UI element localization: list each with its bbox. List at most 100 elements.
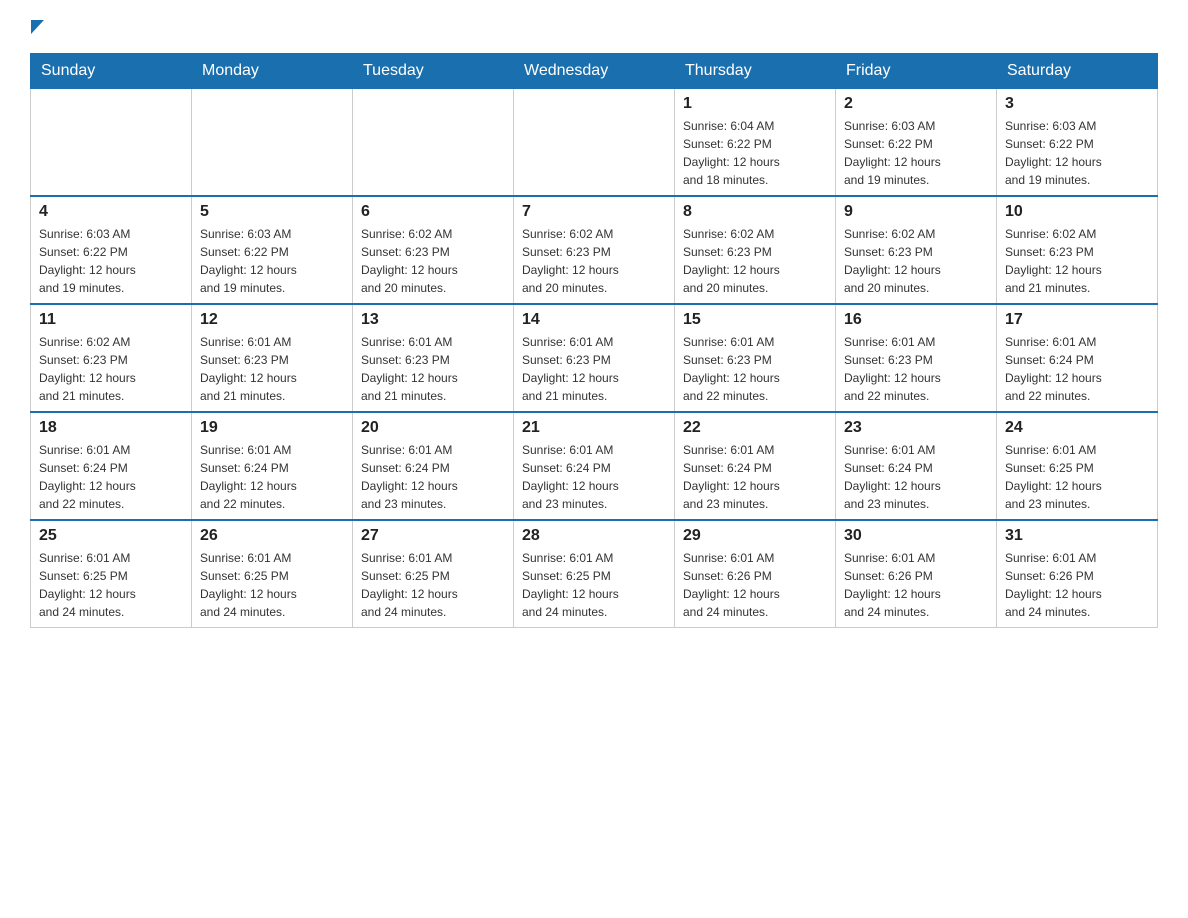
- calendar-header-thursday: Thursday: [675, 54, 836, 89]
- day-info: Sunrise: 6:01 AM Sunset: 6:25 PM Dayligh…: [200, 549, 344, 621]
- day-number: 19: [200, 419, 344, 437]
- day-number: 21: [522, 419, 666, 437]
- calendar-cell: 25 Sunrise: 6:01 AM Sunset: 6:25 PM Dayli…: [31, 520, 192, 628]
- day-info: Sunrise: 6:01 AM Sunset: 6:25 PM Dayligh…: [361, 549, 505, 621]
- day-number: 30: [844, 527, 988, 545]
- calendar-cell: [192, 89, 353, 197]
- calendar-cell: 8 Sunrise: 6:02 AM Sunset: 6:23 PM Daylig…: [675, 196, 836, 304]
- day-info: Sunrise: 6:01 AM Sunset: 6:23 PM Dayligh…: [200, 333, 344, 405]
- calendar-header-tuesday: Tuesday: [353, 54, 514, 89]
- calendar-cell: 11Sunrise: 6:02 AM Sunset: 6:23 PM Dayli…: [31, 304, 192, 412]
- calendar-cell: 24Sunrise: 6:01 AM Sunset: 6:25 PM Dayli…: [997, 412, 1158, 520]
- calendar-cell: 20 Sunrise: 6:01 AM Sunset: 6:24 PM Dayli…: [353, 412, 514, 520]
- day-info: Sunrise: 6:03 AM Sunset: 6:22 PM Dayligh…: [39, 225, 183, 297]
- calendar-week-row: 4 Sunrise: 6:03 AM Sunset: 6:22 PM Daylig…: [31, 196, 1158, 304]
- day-info: Sunrise: 6:02 AM Sunset: 6:23 PM Dayligh…: [361, 225, 505, 297]
- day-number: 8: [683, 203, 827, 221]
- calendar-cell: 5 Sunrise: 6:03 AM Sunset: 6:22 PM Daylig…: [192, 196, 353, 304]
- calendar-cell: 29 Sunrise: 6:01 AM Sunset: 6:26 PM Dayli…: [675, 520, 836, 628]
- calendar-header-row: SundayMondayTuesdayWednesdayThursdayFrid…: [31, 54, 1158, 89]
- calendar-cell: 6Sunrise: 6:02 AM Sunset: 6:23 PM Daylig…: [353, 196, 514, 304]
- day-number: 31: [1005, 527, 1149, 545]
- day-info: Sunrise: 6:01 AM Sunset: 6:23 PM Dayligh…: [683, 333, 827, 405]
- day-info: Sunrise: 6:03 AM Sunset: 6:22 PM Dayligh…: [200, 225, 344, 297]
- day-info: Sunrise: 6:01 AM Sunset: 6:24 PM Dayligh…: [683, 441, 827, 513]
- day-info: Sunrise: 6:01 AM Sunset: 6:25 PM Dayligh…: [1005, 441, 1149, 513]
- calendar-header-monday: Monday: [192, 54, 353, 89]
- day-info: Sunrise: 6:01 AM Sunset: 6:26 PM Dayligh…: [844, 549, 988, 621]
- calendar-header-sunday: Sunday: [31, 54, 192, 89]
- calendar-cell: 14Sunrise: 6:01 AM Sunset: 6:23 PM Dayli…: [514, 304, 675, 412]
- day-info: Sunrise: 6:01 AM Sunset: 6:24 PM Dayligh…: [844, 441, 988, 513]
- calendar-week-row: 18 Sunrise: 6:01 AM Sunset: 6:24 PM Dayli…: [31, 412, 1158, 520]
- calendar-cell: [514, 89, 675, 197]
- calendar-cell: 26 Sunrise: 6:01 AM Sunset: 6:25 PM Dayli…: [192, 520, 353, 628]
- calendar-cell: 12 Sunrise: 6:01 AM Sunset: 6:23 PM Dayli…: [192, 304, 353, 412]
- day-info: Sunrise: 6:01 AM Sunset: 6:25 PM Dayligh…: [522, 549, 666, 621]
- day-number: 7: [522, 203, 666, 221]
- day-info: Sunrise: 6:03 AM Sunset: 6:22 PM Dayligh…: [1005, 117, 1149, 189]
- day-info: Sunrise: 6:01 AM Sunset: 6:23 PM Dayligh…: [361, 333, 505, 405]
- calendar-cell: 28 Sunrise: 6:01 AM Sunset: 6:25 PM Dayli…: [514, 520, 675, 628]
- calendar-cell: 9Sunrise: 6:02 AM Sunset: 6:23 PM Daylig…: [836, 196, 997, 304]
- day-number: 28: [522, 527, 666, 545]
- calendar-cell: 16 Sunrise: 6:01 AM Sunset: 6:23 PM Dayli…: [836, 304, 997, 412]
- day-number: 10: [1005, 203, 1149, 221]
- calendar-week-row: 11Sunrise: 6:02 AM Sunset: 6:23 PM Dayli…: [31, 304, 1158, 412]
- calendar-week-row: 25 Sunrise: 6:01 AM Sunset: 6:25 PM Dayli…: [31, 520, 1158, 628]
- calendar-cell: 4 Sunrise: 6:03 AM Sunset: 6:22 PM Daylig…: [31, 196, 192, 304]
- calendar-cell: 19 Sunrise: 6:01 AM Sunset: 6:24 PM Dayli…: [192, 412, 353, 520]
- day-info: Sunrise: 6:01 AM Sunset: 6:25 PM Dayligh…: [39, 549, 183, 621]
- day-info: Sunrise: 6:02 AM Sunset: 6:23 PM Dayligh…: [522, 225, 666, 297]
- day-info: Sunrise: 6:02 AM Sunset: 6:23 PM Dayligh…: [39, 333, 183, 405]
- calendar-cell: 27 Sunrise: 6:01 AM Sunset: 6:25 PM Dayli…: [353, 520, 514, 628]
- calendar-cell: [353, 89, 514, 197]
- calendar-cell: 2 Sunrise: 6:03 AM Sunset: 6:22 PM Daylig…: [836, 89, 997, 197]
- day-info: Sunrise: 6:01 AM Sunset: 6:23 PM Dayligh…: [844, 333, 988, 405]
- calendar-cell: 31 Sunrise: 6:01 AM Sunset: 6:26 PM Dayli…: [997, 520, 1158, 628]
- day-info: Sunrise: 6:01 AM Sunset: 6:26 PM Dayligh…: [683, 549, 827, 621]
- day-info: Sunrise: 6:03 AM Sunset: 6:22 PM Dayligh…: [844, 117, 988, 189]
- day-info: Sunrise: 6:02 AM Sunset: 6:23 PM Dayligh…: [844, 225, 988, 297]
- calendar-cell: 3Sunrise: 6:03 AM Sunset: 6:22 PM Daylig…: [997, 89, 1158, 197]
- day-number: 29: [683, 527, 827, 545]
- day-number: 13: [361, 311, 505, 329]
- day-number: 23: [844, 419, 988, 437]
- calendar-cell: 15 Sunrise: 6:01 AM Sunset: 6:23 PM Dayli…: [675, 304, 836, 412]
- day-info: Sunrise: 6:01 AM Sunset: 6:24 PM Dayligh…: [39, 441, 183, 513]
- day-number: 16: [844, 311, 988, 329]
- day-number: 4: [39, 203, 183, 221]
- calendar-header-wednesday: Wednesday: [514, 54, 675, 89]
- calendar-cell: 17 Sunrise: 6:01 AM Sunset: 6:24 PM Dayli…: [997, 304, 1158, 412]
- calendar-cell: 13 Sunrise: 6:01 AM Sunset: 6:23 PM Dayli…: [353, 304, 514, 412]
- day-info: Sunrise: 6:01 AM Sunset: 6:24 PM Dayligh…: [361, 441, 505, 513]
- day-info: Sunrise: 6:02 AM Sunset: 6:23 PM Dayligh…: [683, 225, 827, 297]
- page-header: [30, 20, 1158, 33]
- day-number: 25: [39, 527, 183, 545]
- day-number: 27: [361, 527, 505, 545]
- calendar-header-saturday: Saturday: [997, 54, 1158, 89]
- day-number: 18: [39, 419, 183, 437]
- day-info: Sunrise: 6:01 AM Sunset: 6:24 PM Dayligh…: [200, 441, 344, 513]
- day-number: 14: [522, 311, 666, 329]
- day-number: 12: [200, 311, 344, 329]
- logo: [30, 20, 44, 33]
- day-number: 22: [683, 419, 827, 437]
- calendar-table: SundayMondayTuesdayWednesdayThursdayFrid…: [30, 53, 1158, 628]
- calendar-cell: 23 Sunrise: 6:01 AM Sunset: 6:24 PM Dayli…: [836, 412, 997, 520]
- day-number: 17: [1005, 311, 1149, 329]
- day-info: Sunrise: 6:01 AM Sunset: 6:26 PM Dayligh…: [1005, 549, 1149, 621]
- calendar-cell: 30 Sunrise: 6:01 AM Sunset: 6:26 PM Dayli…: [836, 520, 997, 628]
- calendar-cell: 10Sunrise: 6:02 AM Sunset: 6:23 PM Dayli…: [997, 196, 1158, 304]
- day-number: 20: [361, 419, 505, 437]
- day-info: Sunrise: 6:01 AM Sunset: 6:24 PM Dayligh…: [522, 441, 666, 513]
- day-info: Sunrise: 6:01 AM Sunset: 6:24 PM Dayligh…: [1005, 333, 1149, 405]
- day-number: 26: [200, 527, 344, 545]
- day-number: 2: [844, 95, 988, 113]
- calendar-cell: 21 Sunrise: 6:01 AM Sunset: 6:24 PM Dayli…: [514, 412, 675, 520]
- day-number: 15: [683, 311, 827, 329]
- day-number: 5: [200, 203, 344, 221]
- day-info: Sunrise: 6:04 AM Sunset: 6:22 PM Dayligh…: [683, 117, 827, 189]
- calendar-cell: 18 Sunrise: 6:01 AM Sunset: 6:24 PM Dayli…: [31, 412, 192, 520]
- calendar-cell: 7 Sunrise: 6:02 AM Sunset: 6:23 PM Daylig…: [514, 196, 675, 304]
